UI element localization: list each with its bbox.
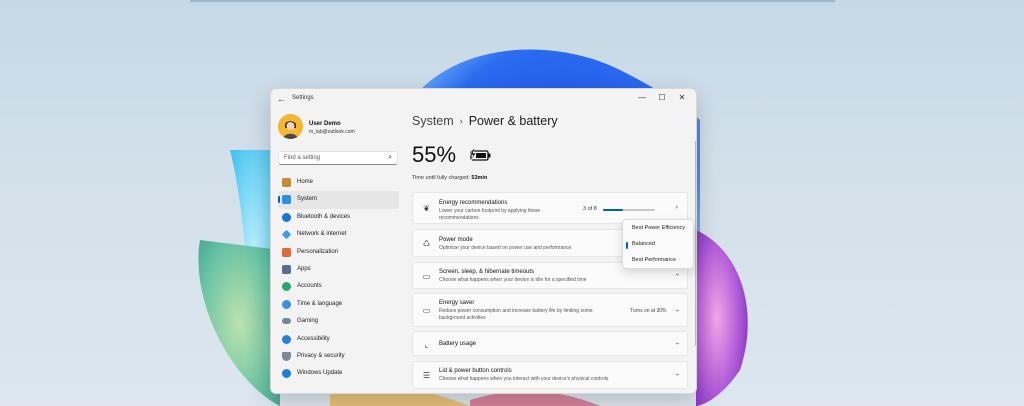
network-icon xyxy=(281,229,292,240)
card-description: Lower your carbon footprint by applying … xyxy=(439,208,541,221)
apps-icon xyxy=(282,264,291,274)
screen-sleep-icon: ▭ xyxy=(422,272,431,281)
sidebar-item-label: Privacy & security xyxy=(297,352,345,359)
power-mode-dropdown[interactable]: Best Power Efficiency Balanced Best Perf… xyxy=(622,219,694,269)
sidebar-item-label: Accessibility xyxy=(297,335,330,342)
sidebar-item-network[interactable]: Network & internet xyxy=(278,226,399,243)
sidebar-item-label: Bluetooth & devices xyxy=(297,213,351,220)
energy-saver-icon: ▭ xyxy=(422,306,431,315)
maximize-button[interactable]: ☐ xyxy=(655,92,669,104)
search-placeholder: Find a setting xyxy=(284,155,321,161)
system-icon xyxy=(282,195,291,205)
card-title: Battery usage xyxy=(439,341,477,347)
chevron-down-icon[interactable]: › xyxy=(673,373,680,375)
brush-icon xyxy=(282,247,291,257)
accounts-icon xyxy=(282,282,291,292)
card-title: Screen, sleep, & hibernate timeouts xyxy=(439,269,535,275)
scrollbar[interactable] xyxy=(695,141,696,346)
card-description: Choose what happens when you interact wi… xyxy=(439,376,609,382)
energy-saver-threshold: Turns on at 30% xyxy=(630,308,667,314)
breadcrumb-separator: › xyxy=(459,116,463,126)
search-icon[interactable]: ⌕ xyxy=(388,154,392,162)
user-name: User Demo xyxy=(309,121,341,127)
charge-label: Time until fully charged: xyxy=(412,175,470,181)
card-description: Choose what happens when your device is … xyxy=(439,277,587,283)
card-title: Energy recommendations xyxy=(439,200,508,206)
search-input[interactable]: Find a setting ⌕ xyxy=(278,151,398,165)
battery-percentage: 55% xyxy=(412,142,457,167)
sidebar-item-bluetooth[interactable]: Bluetooth & devices xyxy=(278,209,399,226)
sidebar-nav: Home System Bluetooth & devices Network … xyxy=(278,174,399,383)
sidebar-item-label: System xyxy=(297,196,318,203)
power-mode-option[interactable]: Best Performance xyxy=(632,257,676,263)
charge-time: 53min xyxy=(471,175,488,181)
leaf-icon: ❦ xyxy=(423,204,430,213)
bluetooth-icon xyxy=(282,212,291,222)
card-title: Power mode xyxy=(439,237,473,243)
charge-time-text: Time until fully charged: 53min xyxy=(412,175,487,181)
battery-usage-card[interactable]: ⌞ Battery usage › xyxy=(412,331,688,356)
power-mode-icon: ♺ xyxy=(422,239,431,248)
sidebar-item-personalization[interactable]: Personalization xyxy=(278,244,399,261)
sidebar-item-label: Time & language xyxy=(297,300,343,307)
back-arrow-icon[interactable]: ← xyxy=(277,94,289,104)
sidebar-item-privacy-security[interactable]: Privacy & security xyxy=(278,348,399,365)
time-language-icon xyxy=(282,299,291,309)
energy-saver-card[interactable]: ▭ Energy saver Reduce power consumption … xyxy=(412,293,688,327)
sidebar-item-apps[interactable]: Apps xyxy=(278,261,399,278)
battery-charging-icon xyxy=(469,148,491,162)
power-mode-option[interactable]: Best Power Efficiency xyxy=(632,225,685,231)
card-description: Optimize your device based on power use … xyxy=(439,245,572,251)
close-button[interactable]: ✕ xyxy=(675,92,689,104)
card-title: Energy saver xyxy=(439,300,475,306)
sidebar-item-system[interactable]: System xyxy=(278,191,399,209)
gaming-icon xyxy=(282,318,291,325)
sidebar-item-label: Network & internet xyxy=(297,231,347,238)
sidebar-item-home[interactable]: Home xyxy=(278,174,399,191)
avatar-person-icon xyxy=(278,114,303,139)
user-email: m_lab@outlook.com xyxy=(309,129,355,135)
chevron-down-icon[interactable]: › xyxy=(673,309,680,311)
sidebar-item-label: Accounts xyxy=(297,283,322,290)
home-icon xyxy=(282,178,291,187)
title-bar: ← Settings — ☐ ✕ xyxy=(271,89,696,109)
recommendations-progress-bar xyxy=(603,209,655,211)
sidebar-item-time-language[interactable]: Time & language xyxy=(278,296,399,313)
sidebar-item-label: Apps xyxy=(297,265,311,272)
sidebar-item-accessibility[interactable]: Accessibility xyxy=(278,331,399,348)
card-description: Reduce power consumption and increase ba… xyxy=(439,308,593,321)
accessibility-icon xyxy=(282,334,291,344)
card-title: Lid & power button controls xyxy=(439,368,512,374)
sidebar-item-gaming[interactable]: Gaming xyxy=(278,313,399,330)
recommendations-progress-text: 3 of 8 xyxy=(583,206,597,212)
sidebar-item-accounts[interactable]: Accounts xyxy=(278,278,399,295)
breadcrumb-parent[interactable]: System xyxy=(412,114,454,128)
sidebar-item-label: Gaming xyxy=(297,318,319,325)
sidebar-item-label: Personalization xyxy=(297,248,339,255)
chevron-down-icon[interactable]: › xyxy=(673,273,680,275)
page-title: Power & battery xyxy=(468,114,558,128)
chevron-down-icon[interactable]: › xyxy=(673,342,680,344)
chart-icon: ⌞ xyxy=(424,340,429,349)
recommendations-progress-fill xyxy=(603,209,623,211)
shield-icon xyxy=(282,351,291,361)
sidebar-item-windows-update[interactable]: Windows Update xyxy=(278,365,399,382)
sidebar-item-label: Windows Update xyxy=(297,370,343,377)
selected-indicator xyxy=(626,242,628,249)
lid-controls-icon: ☰ xyxy=(422,371,431,380)
chevron-right-icon[interactable]: › xyxy=(676,204,678,211)
lid-power-card[interactable]: ☰ Lid & power button controls Choose wha… xyxy=(412,361,688,389)
power-mode-option-selected[interactable]: Balanced xyxy=(632,241,655,247)
sidebar-item-label: Home xyxy=(297,179,314,185)
breadcrumb: System › Power & battery xyxy=(412,114,558,128)
windows-update-icon xyxy=(282,369,291,379)
avatar[interactable] xyxy=(278,114,303,139)
minimize-button[interactable]: — xyxy=(635,92,649,104)
window-title: Settings xyxy=(292,95,314,101)
